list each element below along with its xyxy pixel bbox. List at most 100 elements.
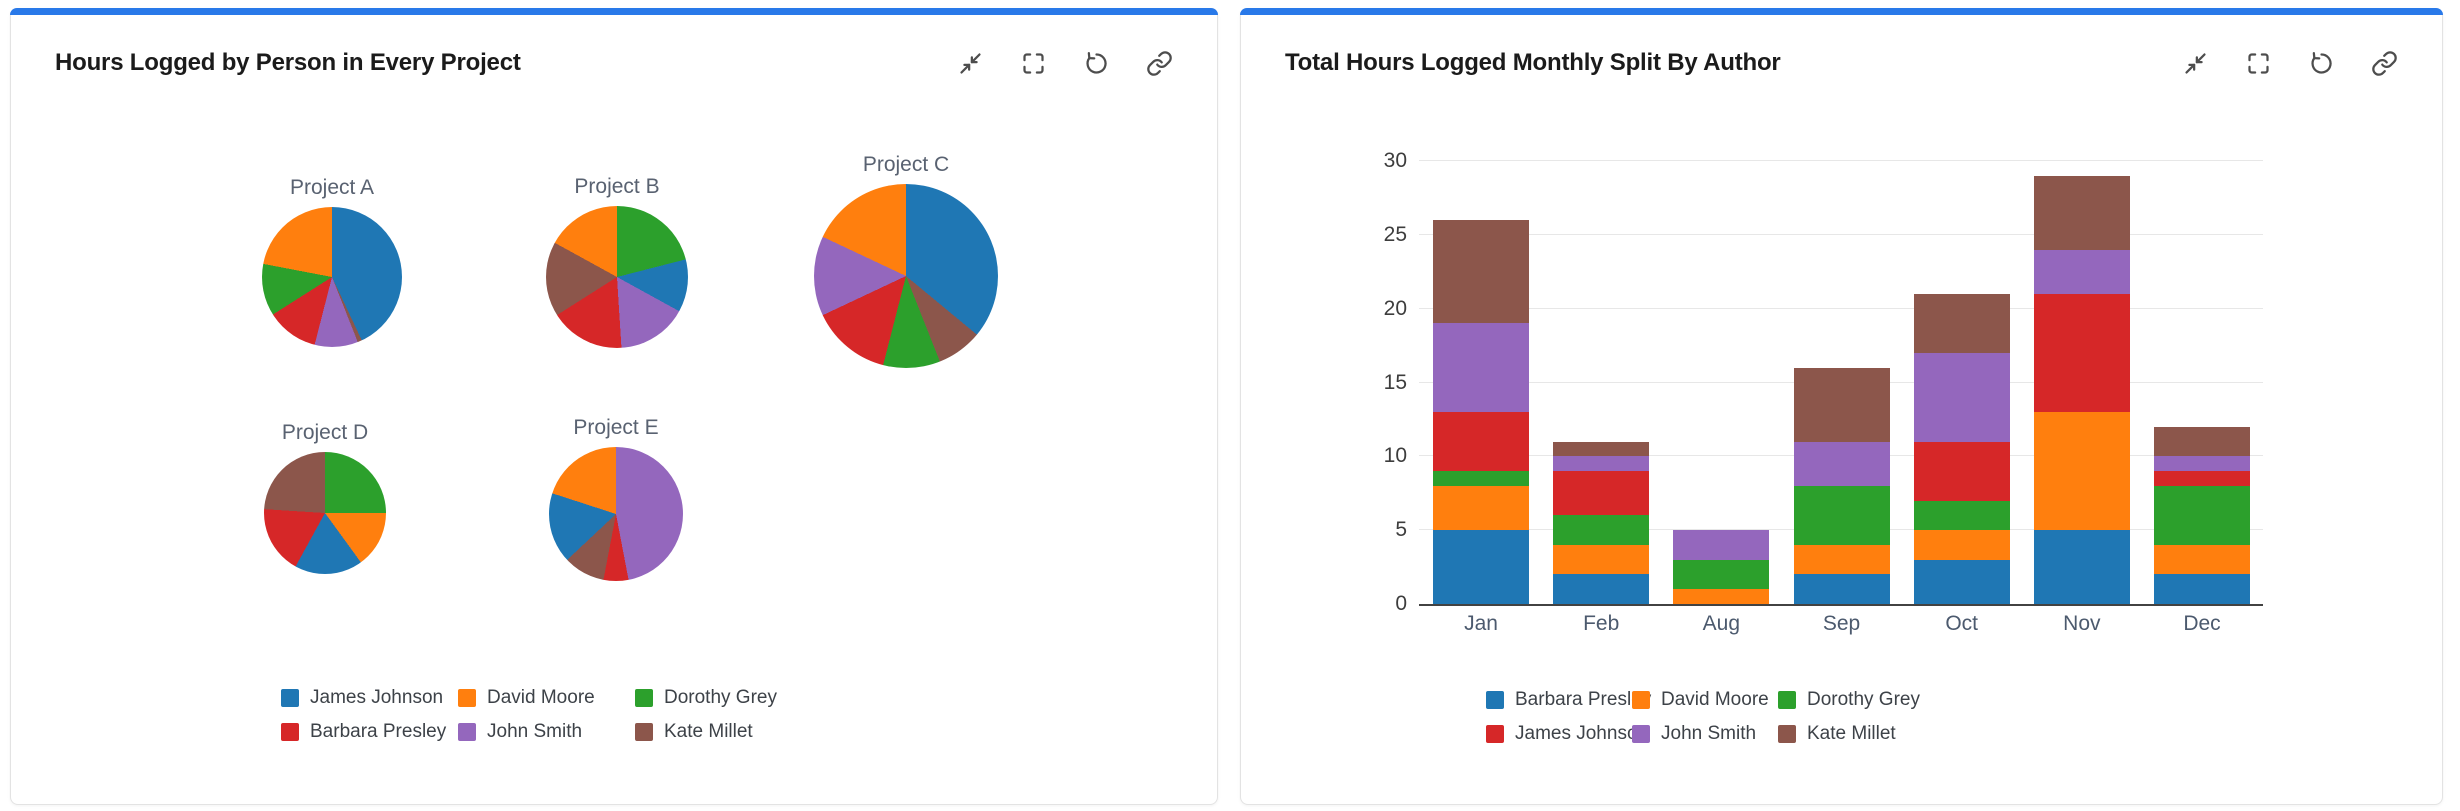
legend-item-barbara-presley[interactable]: Barbara Presley [1486,689,1651,710]
bar-segment-jan-barbara-presley[interactable] [1433,530,1529,604]
legend-item-john-smith[interactable]: John Smith [458,721,635,742]
bar-segment-nov-barbara-presley[interactable] [2033,530,2130,604]
bar-segment-jan-james-johnson[interactable] [1433,412,1529,472]
x-axis-line [1419,604,2263,606]
legend-swatch [1632,690,1650,709]
bar-segment-oct-kate-millet[interactable] [1913,293,2010,353]
bar-segment-nov-david-moore[interactable] [2033,412,2130,531]
pie-panel-legend: James Johnson David Moore Dorothy Grey Barb… [281,687,812,742]
bar-segment-sep-john-smith[interactable] [1793,441,1890,486]
bar-segment-dec-dorothy-grey[interactable] [2154,485,2251,545]
bar-segment-jan-john-smith[interactable] [1433,323,1529,413]
bar-segment-sep-kate-millet[interactable] [1793,367,1890,442]
legend-label: David Moore [487,686,595,708]
bar-jan[interactable] [1433,220,1529,604]
x-tick-label-aug: Aug [1702,612,1741,635]
bar-segment-feb-james-johnson[interactable] [1553,471,1650,516]
bar-nov[interactable] [2033,175,2130,604]
bar-dec[interactable] [2154,426,2251,604]
bar-panel-toolbar [2182,50,2398,77]
y-tick-label-10: 10 [1383,444,1407,468]
bar-segment-feb-john-smith[interactable] [1553,456,1650,472]
legend-label: Dorothy Grey [1807,688,1920,710]
pie-project-b[interactable] [546,206,688,348]
bar-segment-oct-john-smith[interactable] [1913,352,2010,442]
legend-item-john-smith[interactable]: John Smith [1632,723,1778,744]
y-tick-label-25: 25 [1383,222,1407,246]
bar-feb[interactable] [1553,441,1650,604]
collapse-button[interactable] [2182,50,2209,77]
legend-swatch [281,688,299,707]
refresh-button[interactable] [2308,50,2335,77]
pie-project-a[interactable] [262,207,402,347]
fullscreen-button[interactable] [2245,50,2272,77]
bar-segment-oct-dorothy-grey[interactable] [1913,500,2010,531]
bar-segment-feb-kate-millet[interactable] [1553,441,1650,457]
link-icon [2372,50,2397,76]
legend-item-kate-millet[interactable]: Kate Millet [635,721,812,742]
legend-item-kate-millet[interactable]: Kate Millet [1778,723,1924,744]
bar-oct[interactable] [1913,293,2010,604]
x-tick-label-oct: Oct [1945,612,1978,635]
bar-aug[interactable] [1673,530,1770,604]
gridline-20 [1419,307,2263,309]
bar-segment-dec-david-moore[interactable] [2154,544,2251,575]
link-button[interactable] [2371,50,2398,77]
gridline-30 [1419,160,2263,161]
legend-swatch [458,722,476,741]
bar-sep[interactable] [1793,367,1890,604]
bar-segment-dec-john-smith[interactable] [2154,456,2251,472]
bar-segment-dec-james-johnson[interactable] [2154,471,2251,486]
legend-item-dorothy-grey[interactable]: Dorothy Grey [1778,689,1924,710]
refresh-icon [2311,51,2332,74]
bar-segment-nov-john-smith[interactable] [2033,249,2130,294]
pie-title-project-e: Project E [573,416,659,439]
legend-swatch [635,688,653,707]
bar-segment-feb-barbara-presley[interactable] [1553,574,1650,604]
legend-label: Kate Millet [664,720,753,742]
bar-segment-dec-barbara-presley[interactable] [2154,574,2251,604]
legend-item-james-johnson[interactable]: James Johnson [281,687,458,708]
bar-segment-nov-james-johnson[interactable] [2033,293,2130,413]
bar-segment-sep-dorothy-grey[interactable] [1793,485,1890,545]
y-tick-label-0: 0 [1395,592,1407,615]
bar-segment-aug-dorothy-grey[interactable] [1673,559,1770,590]
x-tick-label-dec: Dec [2183,612,2221,635]
y-tick-label-20: 20 [1383,296,1407,320]
legend-label: Barbara Presley [1515,688,1652,710]
legend-label: David Moore [1661,688,1769,710]
legend-swatch [1778,690,1796,709]
bar-segment-oct-barbara-presley[interactable] [1913,559,2010,604]
legend-label: John Smith [487,720,583,742]
bar-panel: Total Hours Logged Monthly Split By Auth… [1240,8,2443,805]
bar-segment-sep-barbara-presley[interactable] [1793,574,1890,604]
bar-segment-aug-david-moore[interactable] [1673,589,1770,604]
legend-swatch [1486,690,1504,709]
pie-project-e[interactable] [549,447,683,581]
bar-segment-jan-dorothy-grey[interactable] [1433,471,1529,486]
legend-label: Barbara Presley [310,720,447,742]
bar-panel-title: Total Hours Logged Monthly Split By Auth… [1285,49,1781,76]
bar-segment-oct-david-moore[interactable] [1913,530,2010,560]
legend-label: James Johnson [1515,722,1649,744]
bar-segment-aug-john-smith[interactable] [1673,530,1770,560]
legend-item-david-moore[interactable]: David Moore [458,687,635,708]
x-tick-label-feb: Feb [1583,612,1620,635]
bar-segment-nov-kate-millet[interactable] [2033,175,2130,250]
bar-segment-oct-james-johnson[interactable] [1913,441,2010,501]
bar-segment-sep-david-moore[interactable] [1793,544,1890,575]
pie-title-project-d: Project D [281,421,369,444]
legend-item-dorothy-grey[interactable]: Dorothy Grey [635,687,812,708]
legend-swatch [1778,724,1796,743]
bar-segment-jan-kate-millet[interactable] [1433,220,1529,324]
bar-segment-feb-dorothy-grey[interactable] [1553,515,1650,545]
bar-segment-jan-david-moore[interactable] [1433,485,1529,531]
bar-segment-feb-david-moore[interactable] [1553,544,1650,575]
bar-segment-dec-kate-millet[interactable] [2154,426,2251,457]
pie-panel: Hours Logged by Person in Every Project [10,8,1218,805]
legend-item-barbara-presley[interactable]: Barbara Presley [281,721,458,742]
pie-project-c[interactable] [814,184,998,368]
legend-item-james-johnson[interactable]: James Johnson [1486,723,1648,744]
pie-project-d[interactable] [264,452,386,574]
legend-item-david-moore[interactable]: David Moore [1632,689,1778,710]
